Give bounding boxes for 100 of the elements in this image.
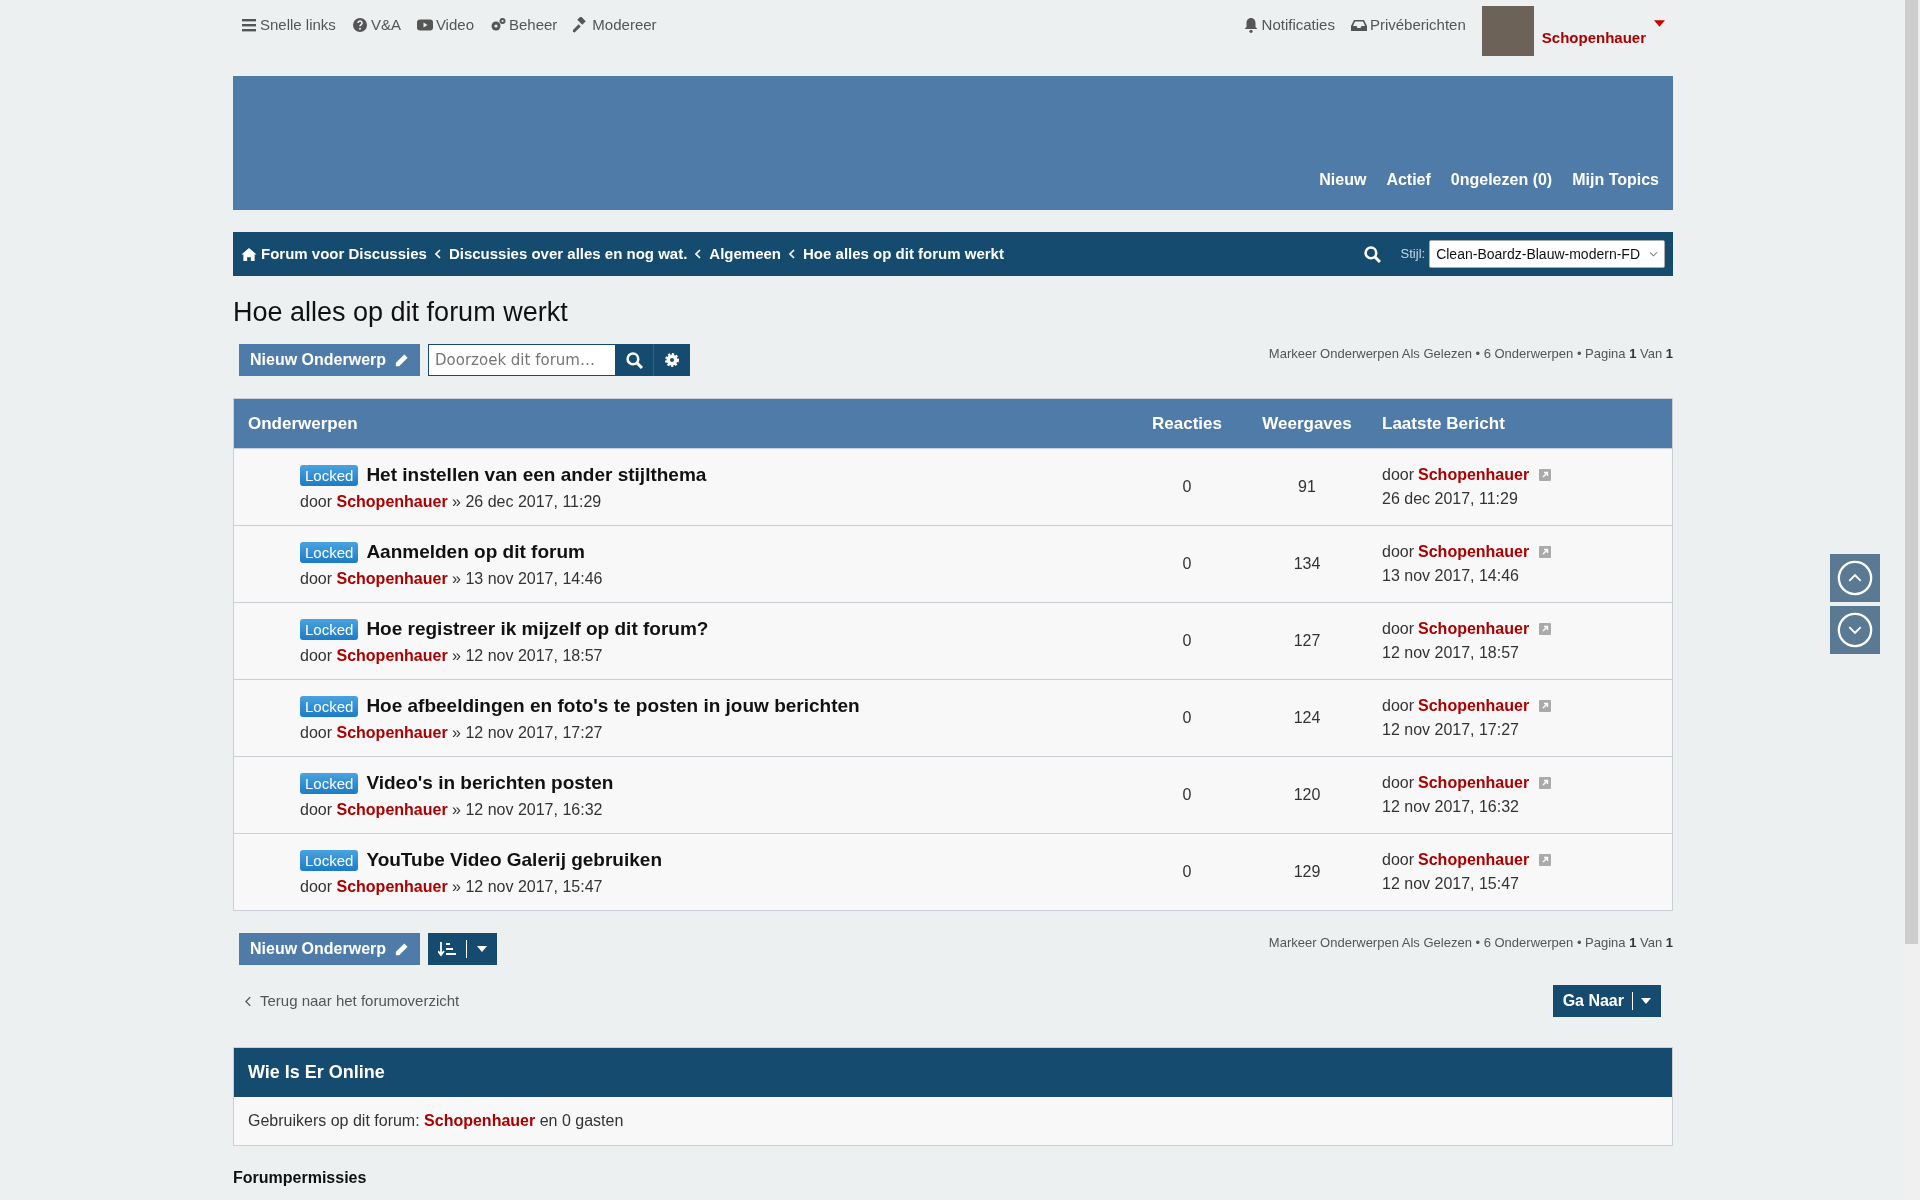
- external-link-icon[interactable]: [1539, 623, 1552, 636]
- last-post-date: 12 nov 2017, 16:32: [1382, 797, 1520, 818]
- post-date: » 26 dec 2017, 11:29: [452, 492, 602, 510]
- author-label: door: [300, 877, 333, 895]
- author-link[interactable]: Schopenhauer: [1418, 617, 1530, 642]
- author-link[interactable]: Schopenhauer: [1418, 694, 1530, 719]
- chevron-up-circle-icon: [1836, 559, 1874, 597]
- author-link[interactable]: Schopenhauer: [1418, 463, 1530, 488]
- column-header: Reacties: [1151, 413, 1223, 436]
- author-link[interactable]: Schopenhauer: [336, 723, 448, 741]
- header-nav-link[interactable]: 0ngelezen (0): [1450, 168, 1553, 192]
- style-select[interactable]: Clean-Boardz-Blauw-modern-FD: [1429, 240, 1665, 268]
- topic-title-link[interactable]: Hoe afbeeldingen en foto's te posten in jouw berichten: [366, 695, 860, 717]
- scroll-down-button[interactable]: [1830, 606, 1880, 654]
- author-label: door: [300, 800, 333, 818]
- author-label: door: [300, 646, 333, 664]
- pencil-icon: [394, 352, 410, 368]
- author-link[interactable]: Schopenhauer: [336, 800, 448, 818]
- jump-to-button[interactable]: Ga Naar: [1552, 985, 1661, 1018]
- topic-title-link[interactable]: Hoe registreer ik mijzelf op dit forum?: [366, 618, 709, 640]
- last-post-date: 26 dec 2017, 11:29: [1382, 489, 1519, 510]
- replies-count: 0: [1181, 862, 1193, 883]
- caret-icon[interactable]: [1654, 19, 1665, 27]
- settings-button[interactable]: [653, 344, 691, 377]
- external-link-icon[interactable]: [1539, 777, 1552, 790]
- mark-read-link[interactable]: Markeer Onderwerpen Als Gelezen: [1268, 346, 1472, 362]
- author-link[interactable]: Schopenhauer: [336, 569, 448, 587]
- locked-badge: Locked: [300, 542, 359, 564]
- topic-title-link[interactable]: Het instellen van een ander stijlthema: [366, 464, 707, 486]
- page-title: Hoe alles op dit forum werkt: [233, 296, 569, 329]
- post-date: » 12 nov 2017, 15:47: [452, 877, 603, 895]
- chevron-left-icon: [789, 249, 796, 259]
- topic-title-link[interactable]: Aanmelden op dit forum: [366, 541, 585, 563]
- header-nav-link[interactable]: Actief: [1386, 168, 1431, 192]
- replies-count: 0: [1181, 631, 1193, 652]
- breadcrumb-link[interactable]: Discussies over alles en nog wat.: [448, 242, 688, 266]
- post-date: » 12 nov 2017, 16:32: [452, 800, 603, 818]
- avatar-photo-placeholder: [1481, 6, 1534, 56]
- question-circle-icon: [351, 17, 368, 33]
- new-topic-button[interactable]: Nieuw Onderwerp: [239, 344, 421, 377]
- external-link-icon[interactable]: [1539, 854, 1552, 867]
- top-link[interactable]: Modereer: [573, 13, 657, 37]
- replies-count: 0: [1181, 554, 1193, 575]
- author-label: door: [1382, 619, 1415, 640]
- views-count: 124: [1292, 708, 1322, 729]
- author-link[interactable]: Schopenhauer: [1418, 540, 1530, 565]
- mark-read-link[interactable]: Markeer Onderwerpen Als Gelezen: [1268, 935, 1472, 951]
- chevron-left-icon: [695, 249, 702, 259]
- external-link-icon[interactable]: [1539, 469, 1552, 482]
- header-nav-link[interactable]: Nieuw: [1319, 168, 1367, 192]
- locked-badge: Locked: [300, 696, 359, 718]
- author-label: door: [1382, 773, 1415, 794]
- username-link[interactable]: Schopenhauer: [1541, 26, 1646, 50]
- user-link[interactable]: Schopenhauer: [424, 1112, 536, 1130]
- author-link[interactable]: Schopenhauer: [336, 492, 448, 510]
- external-link-icon[interactable]: [1539, 700, 1552, 713]
- author-label: door: [1382, 465, 1415, 486]
- new-topic-button[interactable]: Nieuw Onderwerp: [239, 933, 421, 966]
- search-icon: [626, 351, 644, 369]
- locked-badge: Locked: [300, 619, 359, 641]
- top-link[interactable]: Beheer: [490, 13, 558, 37]
- search-field[interactable]: Doorzoek dit forum…: [428, 344, 617, 377]
- post-date: » 12 nov 2017, 18:57: [452, 646, 603, 664]
- online-panel-header: Wie Is Er Online: [234, 1048, 1672, 1098]
- chevron-left-icon: [245, 995, 252, 1007]
- back-link[interactable]: Terug naar het forumoverzicht: [245, 990, 460, 1013]
- top-link[interactable]: V&A: [351, 13, 401, 37]
- pagination-info: Markeer Onderwerpen Als Gelezen • 6 Onderwerpen • Pagina 1 Van 1: [1268, 345, 1673, 364]
- author-label: door: [1382, 850, 1415, 871]
- author-link[interactable]: Schopenhauer: [336, 877, 448, 895]
- locked-badge: Locked: [300, 850, 359, 872]
- top-link[interactable]: Notificaties: [1242, 13, 1335, 37]
- author-link[interactable]: Schopenhauer: [1418, 848, 1530, 873]
- locked-badge: Locked: [300, 773, 359, 795]
- search-icon[interactable]: [1363, 245, 1381, 263]
- top-link[interactable]: Snelle links: [241, 13, 336, 37]
- column-header: Laatste Bericht: [1381, 413, 1506, 436]
- external-link-icon[interactable]: [1539, 546, 1552, 559]
- search-button[interactable]: [616, 344, 654, 377]
- pencil-icon: [394, 941, 410, 957]
- breadcrumb-link[interactable]: Forum voor Discussies: [261, 242, 427, 266]
- replies-count: 0: [1181, 477, 1193, 498]
- views-count: 127: [1292, 631, 1322, 652]
- topic-title-link[interactable]: Video's in berichten posten: [366, 772, 614, 794]
- topic-title-link[interactable]: YouTube Video Galerij gebruiken: [366, 849, 662, 871]
- breadcrumb-link[interactable]: Hoe alles op dit forum werkt: [803, 242, 1004, 266]
- settings-icon: [664, 352, 681, 369]
- top-link[interactable]: Video: [416, 13, 474, 37]
- breadcrumb-link[interactable]: Algemeen: [709, 242, 782, 266]
- author-link[interactable]: Schopenhauer: [1418, 771, 1530, 796]
- header-nav-link[interactable]: Mijn Topics: [1572, 168, 1659, 192]
- chevron-left-icon: [434, 249, 441, 259]
- scroll-up-button[interactable]: [1830, 554, 1880, 602]
- sort-options-button[interactable]: [428, 933, 498, 966]
- sort-icon: [438, 941, 457, 958]
- author-label: door: [1382, 696, 1415, 717]
- author-link[interactable]: Schopenhauer: [336, 646, 448, 664]
- column-header: Onderwerpen: [247, 413, 359, 436]
- top-link[interactable]: Privéberichten: [1350, 13, 1466, 37]
- author-label: door: [300, 723, 333, 741]
